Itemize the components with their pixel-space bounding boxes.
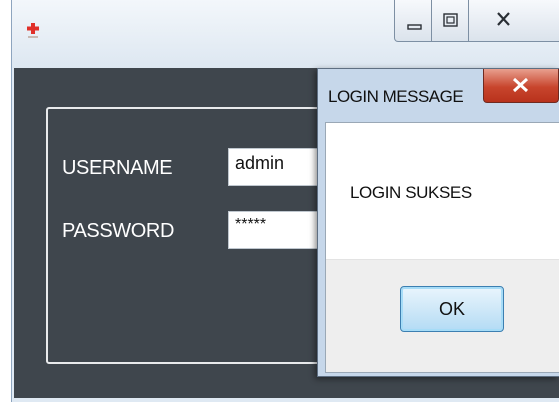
close-icon: [497, 12, 510, 26]
username-label: USERNAME: [62, 157, 173, 179]
maximize-icon: [443, 13, 458, 27]
red-cross-icon: [27, 23, 39, 38]
close-button[interactable]: [468, 0, 559, 42]
minimize-icon: [407, 24, 422, 30]
close-icon: [512, 77, 529, 93]
dialog-button-area: OK: [326, 259, 559, 372]
maximize-button[interactable]: [431, 0, 469, 42]
title-bar[interactable]: [12, 0, 559, 68]
dialog-message: LOGIN SUKSES: [350, 183, 472, 202]
minimize-button[interactable]: [394, 0, 432, 42]
dialog-body: LOGIN SUKSES OK: [325, 122, 559, 373]
message-dialog: LOGIN MESSAGE LOGIN SUKSES OK: [317, 68, 559, 377]
dialog-close-button[interactable]: [483, 69, 559, 103]
ok-button[interactable]: OK: [400, 286, 504, 332]
dialog-title: LOGIN MESSAGE: [328, 87, 464, 106]
password-label: PASSWORD: [62, 220, 174, 242]
